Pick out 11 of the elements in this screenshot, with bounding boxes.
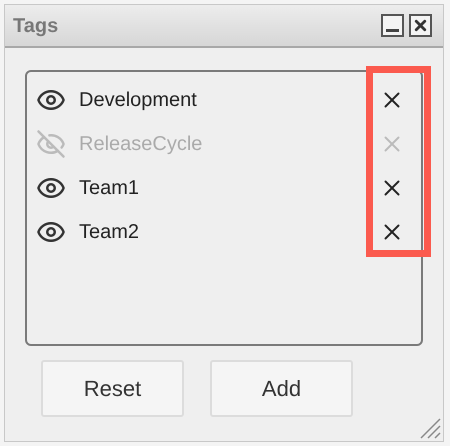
close-icon [412, 17, 429, 34]
resize-grip-icon[interactable] [419, 417, 441, 439]
close-button[interactable] [409, 14, 432, 37]
minimize-icon [386, 29, 399, 32]
tag-name[interactable]: Team1 [79, 173, 379, 203]
tag-name[interactable]: Development [79, 85, 379, 115]
minimize-button[interactable] [381, 14, 404, 37]
add-button[interactable]: Add [210, 360, 353, 417]
reset-button[interactable]: Reset [41, 360, 184, 417]
window-title: Tags [13, 14, 58, 38]
tag-name[interactable]: Team2 [79, 217, 379, 247]
